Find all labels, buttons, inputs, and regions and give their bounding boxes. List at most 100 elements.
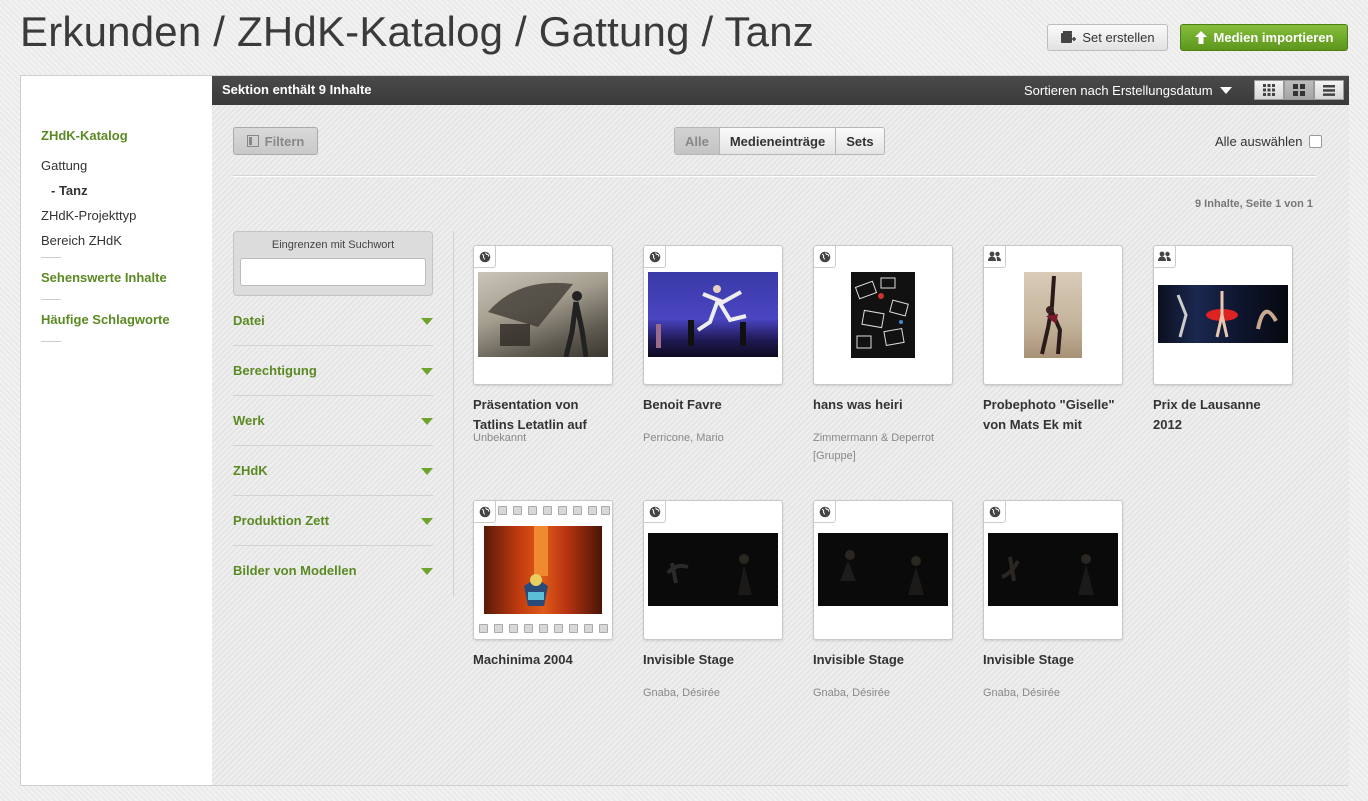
facet-werk[interactable]: Werk — [233, 396, 433, 446]
facet-datei[interactable]: Datei — [233, 296, 433, 346]
import-media-button[interactable]: Medien importieren — [1180, 24, 1348, 51]
media-card[interactable]: Prix de Lausanne 2012 — [1153, 245, 1293, 432]
upload-arrow-icon — [1194, 31, 1207, 44]
sidebar-divider — [41, 341, 61, 342]
import-media-label: Medien importieren — [1213, 30, 1334, 45]
triangle-down-icon — [421, 518, 433, 525]
globe-icon — [644, 246, 666, 268]
globe-icon — [474, 246, 496, 268]
globe-icon — [984, 501, 1006, 523]
media-title[interactable]: Machinima 2004 — [473, 650, 613, 690]
sidebar-item-sehenswert[interactable]: Sehenswerte Inhalte — [41, 270, 167, 285]
set-add-icon — [1061, 30, 1077, 43]
section-bar: Sektion enthält 9 Inhalte Sortieren nach… — [212, 76, 1349, 105]
sidebar-item-zhdk-katalog[interactable]: ZHdK-Katalog — [41, 128, 128, 143]
media-author: Gnaba, Désirée — [983, 687, 1061, 699]
list-icon — [1323, 84, 1335, 96]
thumbnail[interactable] — [813, 500, 953, 640]
triangle-down-icon — [421, 368, 433, 375]
media-card[interactable]: Präsentation von Tatlins Letatlin auf Un… — [473, 245, 613, 447]
thumbnail[interactable] — [983, 500, 1123, 640]
facet-label: Werk — [233, 413, 265, 428]
group-icon — [984, 246, 1006, 268]
facet-zhdk[interactable]: ZHdK — [233, 446, 433, 496]
group-icon — [1154, 246, 1176, 268]
globe-icon — [814, 501, 836, 523]
sidebar-item-bereich[interactable]: Bereich ZHdK — [41, 233, 122, 248]
grid-small-view-button[interactable] — [1254, 80, 1284, 100]
search-box: Eingrenzen mit Suchwort — [233, 231, 433, 296]
divider — [233, 175, 1316, 177]
select-all-checkbox[interactable] — [1309, 135, 1323, 148]
sidebar-item-tanz[interactable]: - Tanz — [51, 183, 88, 198]
type-tabs: Alle Medieneinträge Sets — [674, 127, 885, 155]
page-title: Erkunden / ZHdK-Katalog / Gattung / Tanz — [20, 8, 815, 55]
facet-produktion[interactable]: Produktion Zett — [233, 496, 433, 546]
section-count: Sektion enthält 9 Inhalte — [222, 82, 372, 97]
media-author: Gnaba, Désirée — [813, 687, 891, 699]
tab-medieneintraege[interactable]: Medieneinträge — [718, 128, 836, 154]
facet-bilder-modelle[interactable]: Bilder von Modellen — [233, 546, 433, 596]
media-card[interactable]: Invisible Stage Gnaba, Désirée — [643, 500, 783, 702]
media-title[interactable]: Probephoto "Giselle" von Mats Ek mit Göz… — [983, 395, 1123, 435]
tab-alle[interactable]: Alle — [675, 128, 719, 154]
create-set-button[interactable]: Set erstellen — [1047, 24, 1168, 51]
facet-label: Bilder von Modellen — [233, 563, 357, 578]
media-card[interactable]: Invisible Stage Gnaba, Désirée — [983, 500, 1123, 702]
sidebar-item-gattung[interactable]: Gattung — [41, 158, 87, 173]
content-panel: ZHdK-Katalog Gattung - Tanz ZHdK-Projekt… — [20, 75, 1349, 786]
thumbnail[interactable] — [983, 245, 1123, 385]
thumbnail[interactable] — [813, 245, 953, 385]
create-set-label: Set erstellen — [1082, 30, 1155, 45]
globe-icon — [644, 501, 666, 523]
triangle-down-icon — [421, 568, 433, 575]
sort-label: Sortieren nach Erstellungsdatum — [1024, 83, 1213, 98]
filter-button[interactable]: Filtern — [233, 127, 318, 155]
select-all[interactable]: Alle auswählen — [1215, 134, 1323, 149]
thumbnail[interactable] — [643, 500, 783, 640]
media-card[interactable]: Invisible Stage Gnaba, Désirée — [813, 500, 953, 702]
media-author: Gnaba, Désirée — [643, 687, 721, 699]
vertical-divider — [453, 231, 454, 596]
facet-label: ZHdK — [233, 463, 268, 478]
tab-sets[interactable]: Sets — [835, 128, 884, 154]
facet-label: Berechtigung — [233, 363, 317, 378]
page-info: 9 Inhalte, Seite 1 von 1 — [1195, 198, 1313, 210]
search-input[interactable] — [240, 258, 426, 286]
globe-icon — [814, 246, 836, 268]
triangle-down-icon — [421, 318, 433, 325]
media-card[interactable]: Machinima 2004 — [473, 500, 613, 684]
sidebar-item-projekttyp[interactable]: ZHdK-Projekttyp — [41, 208, 136, 223]
thumbnail[interactable] — [473, 500, 613, 640]
main-area: Sektion enthält 9 Inhalte Sortieren nach… — [212, 76, 1349, 785]
sidebar-item-schlagworte[interactable]: Häufige Schlagworte — [41, 312, 170, 327]
facet-label: Datei — [233, 313, 265, 328]
filter-pane: Eingrenzen mit Suchwort Datei Berechtigu… — [233, 231, 433, 578]
media-author: Zimmermann & Deperrot [Gruppe] — [813, 432, 935, 462]
chevron-down-icon — [1219, 87, 1232, 94]
search-label: Eingrenzen mit Suchwort — [271, 239, 395, 251]
grid-small-icon — [1263, 84, 1275, 96]
globe-icon — [474, 501, 496, 523]
sidebar: ZHdK-Katalog Gattung - Tanz ZHdK-Projekt… — [21, 76, 212, 785]
grid-large-view-button[interactable] — [1284, 80, 1314, 100]
triangle-down-icon — [421, 468, 433, 475]
media-card[interactable]: Benoit Favre Perricone, Mario — [643, 245, 783, 447]
facet-label: Produktion Zett — [233, 513, 330, 528]
sidebar-divider — [41, 257, 61, 258]
sidebar-divider — [41, 299, 61, 300]
filter-label: Filtern — [264, 133, 305, 149]
thumbnail[interactable] — [643, 245, 783, 385]
thumbnail[interactable] — [473, 245, 613, 385]
sort-dropdown[interactable]: Sortieren nach Erstellungsdatum — [1024, 83, 1232, 98]
thumbnail[interactable] — [1153, 245, 1293, 385]
media-card[interactable]: hans was heiri Zimmermann & Deperrot [Gr… — [813, 245, 953, 465]
grid-large-icon — [1293, 84, 1305, 96]
triangle-down-icon — [421, 418, 433, 425]
media-card[interactable]: Probephoto "Giselle" von Mats Ek mit Göz… — [983, 245, 1123, 432]
media-title[interactable]: Prix de Lausanne 2012 — [1153, 395, 1293, 435]
select-all-label: Alle auswählen — [1215, 134, 1303, 149]
list-view-button[interactable] — [1314, 80, 1344, 100]
filter-panel-icon — [246, 135, 259, 147]
facet-berechtigung[interactable]: Berechtigung — [233, 346, 433, 396]
